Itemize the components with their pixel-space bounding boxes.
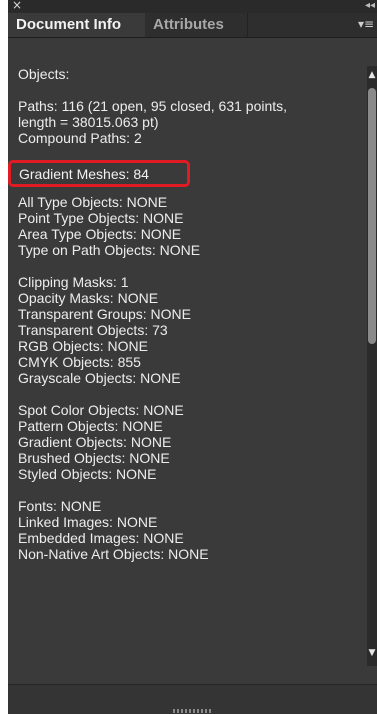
objects-heading: Objects:	[18, 66, 70, 82]
mask-info-line: Grayscale Objects: NONE	[18, 370, 181, 386]
vertical-scrollbar[interactable]: ▲ ▼	[367, 66, 377, 666]
gradient-meshes-highlight: Gradient Meshes: 84	[8, 160, 190, 187]
collapse-icon[interactable]: ◂◂	[365, 0, 375, 12]
color-info-line: Gradient Objects: NONE	[18, 434, 172, 450]
fonts-info-line: Linked Images: NONE	[18, 514, 158, 530]
mask-info-line: Clipping Masks: 1	[18, 274, 129, 290]
tab-attributes[interactable]: Attributes	[145, 13, 248, 37]
fonts-info-line: Non-Native Art Objects: NONE	[18, 546, 209, 562]
color-info-line: Styled Objects: NONE	[18, 466, 157, 482]
mask-info-line: CMYK Objects: 855	[18, 354, 141, 370]
tab-bar: Document Info Attributes ▾≡	[8, 13, 377, 38]
color-info-line: Spot Color Objects: NONE	[18, 402, 184, 418]
scroll-down-icon[interactable]: ▼	[367, 648, 377, 658]
type-info-line: Area Type Objects: NONE	[18, 226, 182, 242]
mask-info-line: Opacity Masks: NONE	[18, 290, 159, 306]
color-info-line: Brushed Objects: NONE	[18, 450, 170, 466]
color-info-line: Pattern Objects: NONE	[18, 418, 163, 434]
panel-bottom-bar	[8, 684, 377, 714]
close-icon[interactable]: ×	[12, 0, 22, 12]
type-info-line: All Type Objects: NONE	[18, 194, 168, 210]
fonts-info-line: Fonts: NONE	[18, 498, 102, 514]
paths-line-2: length = 38015.063 pt)	[18, 114, 159, 130]
document-info-panel: × ◂◂ Document Info Attributes ▾≡ Objects…	[8, 0, 377, 714]
panel-menu-icon[interactable]: ▾≡	[357, 15, 375, 33]
compound-paths: Compound Paths: 2	[18, 130, 142, 146]
tab-document-info[interactable]: Document Info	[8, 13, 145, 37]
type-info-line: Point Type Objects: NONE	[18, 210, 184, 226]
resize-grip-icon[interactable]	[173, 709, 213, 713]
mask-info-line: Transparent Objects: 73	[18, 322, 168, 338]
paths-line-1: Paths: 116 (21 open, 95 closed, 631 poin…	[18, 98, 288, 114]
info-content: Objects: Paths: 116 (21 open, 95 closed,…	[18, 66, 358, 562]
panel-title-bar: × ◂◂	[8, 0, 377, 13]
type-info-line: Type on Path Objects: NONE	[18, 242, 201, 258]
scroll-thumb[interactable]	[368, 88, 376, 344]
mask-info-line: RGB Objects: NONE	[18, 338, 148, 354]
gradient-meshes: Gradient Meshes: 84	[19, 166, 149, 182]
scroll-up-icon[interactable]: ▲	[367, 70, 377, 80]
mask-info-line: Transparent Groups: NONE	[18, 306, 191, 322]
fonts-info-line: Embedded Images: NONE	[18, 530, 184, 546]
